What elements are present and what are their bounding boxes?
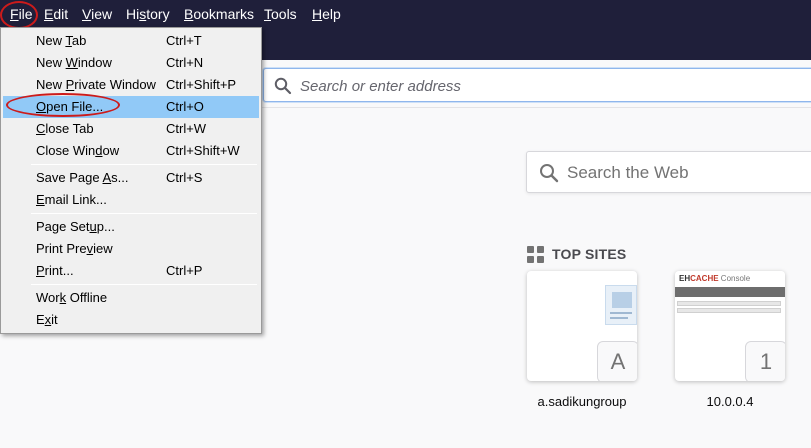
menu-item-print-preview[interactable]: Print Preview [3,238,259,260]
address-bar[interactable] [263,68,811,102]
menu-separator [31,164,257,165]
menu-help[interactable]: Help [306,0,347,28]
top-site-tile-1[interactable]: A [527,271,637,381]
grid-icon [527,245,544,263]
menu-edit[interactable]: Edit [38,0,74,28]
menu-item-new-window[interactable]: New Window Ctrl+N [3,52,259,74]
site-thumbnail [605,285,637,325]
menu-item-work-offline[interactable]: Work Offline [3,287,259,309]
menu-history[interactable]: History [120,0,176,28]
menu-bar: File Edit View History Bookmarks Tools H… [0,0,811,28]
menu-separator [31,213,257,214]
web-search-box[interactable] [526,151,811,193]
site-letter-badge: A [597,341,637,381]
site-thumbnail-row [677,301,781,306]
site-thumbnail-bar [675,287,785,297]
menu-item-new-tab[interactable]: New Tab Ctrl+T [3,30,259,52]
top-site-label-2[interactable]: 10.0.0.4 [675,394,785,409]
top-site-tile-2[interactable]: EHCACHE Console 1 [675,271,785,381]
menu-item-exit[interactable]: Exit [3,309,259,331]
annotation-circle-open-file [6,93,120,117]
file-menu-dropdown: New Tab Ctrl+T New Window Ctrl+N New Priva… [0,27,262,334]
site-thumbnail-header: EHCACHE Console [675,271,785,287]
menu-item-email-link[interactable]: Email Link... [3,189,259,211]
menu-tools[interactable]: Tools [258,0,303,28]
menu-item-print[interactable]: Print... Ctrl+P [3,260,259,282]
address-input[interactable] [300,75,800,97]
top-sites-title: TOP SITES [552,246,627,262]
menu-item-new-private-window[interactable]: New Private Window Ctrl+Shift+P [3,74,259,96]
top-site-label-1[interactable]: a.sadikungroup [527,394,637,409]
menu-bookmarks[interactable]: Bookmarks [178,0,260,28]
menu-item-close-tab[interactable]: Close Tab Ctrl+W [3,118,259,140]
search-icon [540,164,559,183]
annotation-circle-file [0,1,38,29]
menu-item-page-setup[interactable]: Page Setup... [3,216,259,238]
top-sites-heading[interactable]: TOP SITES [527,245,626,263]
menu-view[interactable]: View [76,0,118,28]
menu-item-close-window[interactable]: Close Window Ctrl+Shift+W [3,140,259,162]
menu-item-save-page-as[interactable]: Save Page As... Ctrl+S [3,167,259,189]
menu-separator [31,284,257,285]
site-thumbnail-row [677,308,781,313]
site-letter-badge: 1 [745,341,785,381]
search-icon [274,77,292,95]
web-search-input[interactable] [567,161,807,185]
